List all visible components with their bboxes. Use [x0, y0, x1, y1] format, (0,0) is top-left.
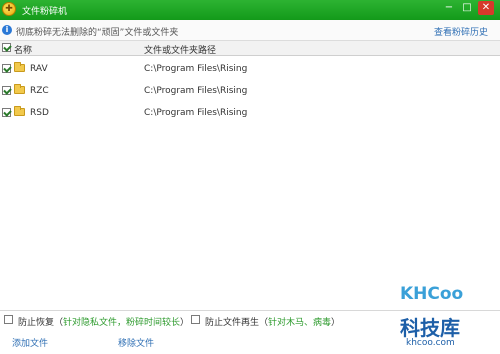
view-history-link[interactable]: 查看粉碎历史	[434, 25, 488, 38]
add-file-button[interactable]: 添加文件	[12, 336, 48, 349]
row-name: RZC	[30, 86, 49, 96]
column-header-path[interactable]: 文件或文件夹路径	[144, 43, 216, 56]
table-row[interactable]: RAV C:\Program Files\Rising	[0, 58, 500, 80]
prevent-recovery-checkbox[interactable]	[4, 315, 13, 324]
maximize-icon[interactable]: □	[460, 1, 474, 15]
table-row[interactable]: RSD C:\Program Files\Rising	[0, 102, 500, 124]
row-name: RAV	[30, 64, 48, 74]
watermark-brand: 科技库	[400, 316, 460, 340]
row-checkbox[interactable]	[2, 108, 11, 117]
khcoo-watermark: KHCoo 科技库 khcoo.com	[400, 282, 498, 352]
prevent-recovery-label[interactable]: 防止恢复（针对隐私文件，粉碎时间较长）	[18, 315, 189, 328]
row-path: C:\Program Files\Rising	[144, 108, 248, 118]
info-bar: i 彻底粉碎无法删除的“顽固”文件或文件夹 查看粉碎历史	[0, 20, 500, 41]
remove-file-button[interactable]: 移除文件	[118, 336, 154, 349]
row-path: C:\Program Files\Rising	[144, 64, 248, 74]
info-icon: i	[2, 25, 12, 35]
row-path: C:\Program Files\Rising	[144, 86, 248, 96]
minimize-icon[interactable]: −	[442, 1, 456, 15]
row-name: RSD	[30, 108, 49, 118]
row-checkbox[interactable]	[2, 86, 11, 95]
column-header-name[interactable]: 名称	[14, 43, 32, 56]
folder-icon	[14, 84, 25, 94]
close-icon[interactable]: ✕	[478, 1, 494, 15]
window-title: 文件粉碎机	[22, 7, 68, 17]
select-all-checkbox[interactable]	[2, 43, 11, 52]
row-checkbox[interactable]	[2, 64, 11, 73]
folder-icon	[14, 62, 25, 72]
info-text: 彻底粉碎无法删除的“顽固”文件或文件夹	[16, 28, 179, 38]
table-row[interactable]: RZC C:\Program Files\Rising	[0, 80, 500, 102]
watermark-logo: KHCoo	[400, 284, 464, 304]
prevent-regeneration-label[interactable]: 防止文件再生（针对木马、病毒）	[205, 315, 340, 328]
watermark-url: khcoo.com	[406, 338, 455, 348]
title-bar: ✚ 文件粉碎机 − □ ✕	[0, 0, 500, 20]
prevent-regeneration-checkbox[interactable]	[191, 315, 200, 324]
folder-icon	[14, 106, 25, 116]
shredder-app-icon: ✚	[2, 2, 16, 16]
table-header: 名称 文件或文件夹路径	[0, 41, 500, 56]
